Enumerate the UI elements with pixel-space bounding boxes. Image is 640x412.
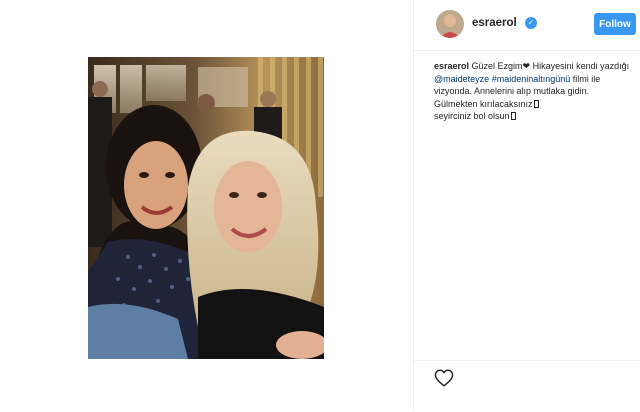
heart-icon[interactable] [434, 369, 454, 387]
selfie-photo-image [88, 57, 324, 359]
avatar-image [436, 10, 464, 38]
post-media-area [0, 0, 411, 411]
caption-emoji-box-1 [533, 99, 539, 108]
caption-hashtag[interactable]: #maideninaltıngünü [492, 74, 571, 84]
post-header: esraerol ✓ Follow [414, 0, 640, 51]
avatar[interactable] [436, 10, 464, 38]
post-caption: esraerol Güzel Ezgim❤ Hikayesini kendi y… [434, 60, 634, 123]
caption-mention[interactable]: @maideteyze [434, 74, 489, 84]
post-actions [414, 360, 640, 412]
caption-username[interactable]: esraerol [434, 61, 469, 71]
post-photo[interactable] [88, 57, 324, 359]
caption-text-1: Güzel Ezgim❤ Hikayesini kendi yazdığı [469, 61, 630, 71]
verified-badge-icon: ✓ [525, 17, 537, 29]
caption-emoji-box-2 [510, 112, 516, 121]
caption-text-3: seyirciniz bol olsun [434, 111, 510, 122]
follow-button[interactable]: Follow [594, 13, 636, 35]
post-sidebar: esraerol ✓ Follow esraerol Güzel Ezgim❤ … [413, 0, 640, 411]
header-username[interactable]: esraerol [472, 17, 517, 29]
